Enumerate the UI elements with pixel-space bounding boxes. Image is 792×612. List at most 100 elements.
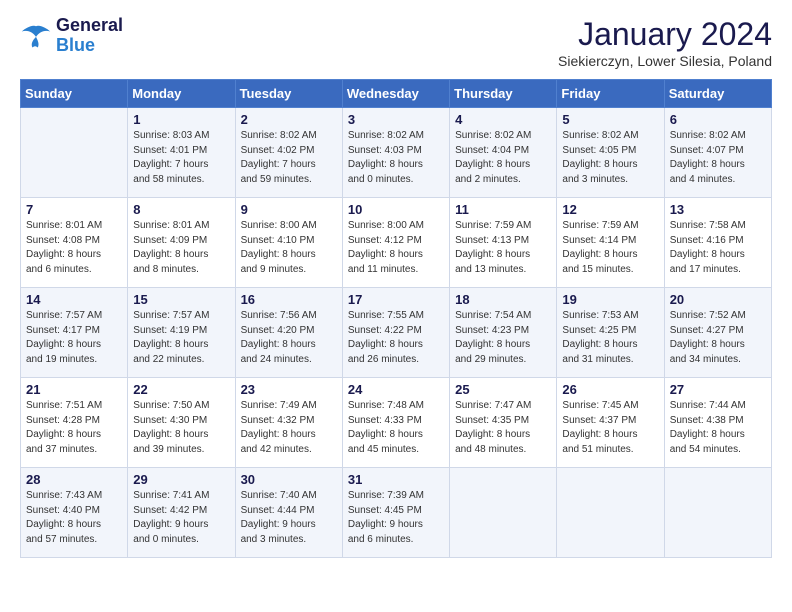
weekday-header-wednesday: Wednesday [342,80,449,108]
day-info: Sunrise: 8:01 AM Sunset: 4:08 PM Dayligh… [26,219,122,277]
calendar-cell: 25 Sunrise: 7:47 AM Sunset: 4:35 PM Dayli… [450,378,557,468]
day-info: Sunrise: 7:39 AM Sunset: 4:45 PM Dayligh… [348,489,444,547]
calendar-cell: 11Sunrise: 7:59 AM Sunset: 4:13 PM Dayli… [450,198,557,288]
calendar-cell: 12 Sunrise: 7:59 AM Sunset: 4:14 PM Dayli… [557,198,664,288]
calendar-cell: 21Sunrise: 7:51 AM Sunset: 4:28 PM Dayli… [21,378,128,468]
calendar-week-row: 1 Sunrise: 8:03 AM Sunset: 4:01 PM Daylig… [21,108,772,198]
day-info: Sunrise: 7:44 AM Sunset: 4:38 PM Dayligh… [670,399,766,457]
day-info: Sunrise: 7:59 AM Sunset: 4:14 PM Dayligh… [562,219,658,277]
calendar-cell: 23 Sunrise: 7:49 AM Sunset: 4:32 PM Dayli… [235,378,342,468]
day-number: 25 [455,382,551,397]
calendar-cell: 17Sunrise: 7:55 AM Sunset: 4:22 PM Dayli… [342,288,449,378]
day-info: Sunrise: 7:54 AM Sunset: 4:23 PM Dayligh… [455,309,551,367]
weekday-header-row: SundayMondayTuesdayWednesdayThursdayFrid… [21,80,772,108]
logo-icon [20,22,52,50]
day-number: 8 [133,202,229,217]
day-number: 16 [241,292,337,307]
calendar-week-row: 14 Sunrise: 7:57 AM Sunset: 4:17 PM Dayli… [21,288,772,378]
day-number: 5 [562,112,658,127]
calendar-cell: 6Sunrise: 8:02 AM Sunset: 4:07 PM Daylig… [664,108,771,198]
day-number: 23 [241,382,337,397]
calendar-cell [557,468,664,558]
day-number: 29 [133,472,229,487]
calendar-cell: 14 Sunrise: 7:57 AM Sunset: 4:17 PM Dayli… [21,288,128,378]
weekday-header-thursday: Thursday [450,80,557,108]
day-info: Sunrise: 8:02 AM Sunset: 4:05 PM Dayligh… [562,129,658,187]
day-number: 19 [562,292,658,307]
day-info: Sunrise: 7:49 AM Sunset: 4:32 PM Dayligh… [241,399,337,457]
day-number: 18 [455,292,551,307]
day-info: Sunrise: 8:02 AM Sunset: 4:04 PM Dayligh… [455,129,551,187]
calendar-cell: 26 Sunrise: 7:45 AM Sunset: 4:37 PM Dayli… [557,378,664,468]
logo: General Blue [20,16,123,56]
day-info: Sunrise: 7:55 AM Sunset: 4:22 PM Dayligh… [348,309,444,367]
day-info: Sunrise: 8:02 AM Sunset: 4:07 PM Dayligh… [670,129,766,187]
calendar-cell: 5 Sunrise: 8:02 AM Sunset: 4:05 PM Daylig… [557,108,664,198]
calendar-cell: 7 Sunrise: 8:01 AM Sunset: 4:08 PM Daylig… [21,198,128,288]
calendar-cell: 22 Sunrise: 7:50 AM Sunset: 4:30 PM Dayli… [128,378,235,468]
day-number: 2 [241,112,337,127]
calendar-cell: 29 Sunrise: 7:41 AM Sunset: 4:42 PM Dayli… [128,468,235,558]
day-number: 15 [133,292,229,307]
day-info: Sunrise: 7:50 AM Sunset: 4:30 PM Dayligh… [133,399,229,457]
calendar-week-row: 21Sunrise: 7:51 AM Sunset: 4:28 PM Dayli… [21,378,772,468]
day-number: 22 [133,382,229,397]
day-number: 30 [241,472,337,487]
calendar-cell: 2 Sunrise: 8:02 AM Sunset: 4:02 PM Daylig… [235,108,342,198]
day-info: Sunrise: 7:57 AM Sunset: 4:19 PM Dayligh… [133,309,229,367]
calendar-cell: 8 Sunrise: 8:01 AM Sunset: 4:09 PM Daylig… [128,198,235,288]
day-info: Sunrise: 7:43 AM Sunset: 4:40 PM Dayligh… [26,489,122,547]
day-info: Sunrise: 8:03 AM Sunset: 4:01 PM Dayligh… [133,129,229,187]
calendar-cell: 4 Sunrise: 8:02 AM Sunset: 4:04 PM Daylig… [450,108,557,198]
logo-text: General Blue [56,16,123,56]
calendar-cell: 28 Sunrise: 7:43 AM Sunset: 4:40 PM Dayli… [21,468,128,558]
calendar-cell: 18 Sunrise: 7:54 AM Sunset: 4:23 PM Dayli… [450,288,557,378]
day-number: 4 [455,112,551,127]
day-number: 28 [26,472,122,487]
day-number: 13 [670,202,766,217]
day-info: Sunrise: 7:57 AM Sunset: 4:17 PM Dayligh… [26,309,122,367]
day-number: 7 [26,202,122,217]
calendar-cell: 27Sunrise: 7:44 AM Sunset: 4:38 PM Dayli… [664,378,771,468]
day-number: 31 [348,472,444,487]
day-info: Sunrise: 7:41 AM Sunset: 4:42 PM Dayligh… [133,489,229,547]
weekday-header-monday: Monday [128,80,235,108]
calendar-cell: 3Sunrise: 8:02 AM Sunset: 4:03 PM Daylig… [342,108,449,198]
day-info: Sunrise: 7:58 AM Sunset: 4:16 PM Dayligh… [670,219,766,277]
calendar-cell [450,468,557,558]
day-info: Sunrise: 8:01 AM Sunset: 4:09 PM Dayligh… [133,219,229,277]
day-info: Sunrise: 8:02 AM Sunset: 4:02 PM Dayligh… [241,129,337,187]
day-number: 14 [26,292,122,307]
day-info: Sunrise: 7:52 AM Sunset: 4:27 PM Dayligh… [670,309,766,367]
calendar-week-row: 7 Sunrise: 8:01 AM Sunset: 4:08 PM Daylig… [21,198,772,288]
day-number: 12 [562,202,658,217]
calendar-cell: 20Sunrise: 7:52 AM Sunset: 4:27 PM Dayli… [664,288,771,378]
calendar-cell: 9Sunrise: 8:00 AM Sunset: 4:10 PM Daylig… [235,198,342,288]
weekday-header-friday: Friday [557,80,664,108]
day-number: 26 [562,382,658,397]
calendar-cell: 10 Sunrise: 8:00 AM Sunset: 4:12 PM Dayli… [342,198,449,288]
calendar-cell: 24 Sunrise: 7:48 AM Sunset: 4:33 PM Dayli… [342,378,449,468]
day-info: Sunrise: 7:40 AM Sunset: 4:44 PM Dayligh… [241,489,337,547]
weekday-header-saturday: Saturday [664,80,771,108]
calendar-cell: 30 Sunrise: 7:40 AM Sunset: 4:44 PM Dayli… [235,468,342,558]
calendar-cell: 13 Sunrise: 7:58 AM Sunset: 4:16 PM Dayli… [664,198,771,288]
weekday-header-tuesday: Tuesday [235,80,342,108]
day-info: Sunrise: 7:56 AM Sunset: 4:20 PM Dayligh… [241,309,337,367]
day-number: 10 [348,202,444,217]
calendar-cell: 16 Sunrise: 7:56 AM Sunset: 4:20 PM Dayli… [235,288,342,378]
day-number: 24 [348,382,444,397]
day-info: Sunrise: 7:59 AM Sunset: 4:13 PM Dayligh… [455,219,551,277]
day-number: 21 [26,382,122,397]
day-info: Sunrise: 7:45 AM Sunset: 4:37 PM Dayligh… [562,399,658,457]
calendar-cell: 15 Sunrise: 7:57 AM Sunset: 4:19 PM Dayli… [128,288,235,378]
day-number: 1 [133,112,229,127]
page-header: General Blue January 2024 Siekierczyn, L… [20,16,772,69]
day-info: Sunrise: 8:00 AM Sunset: 4:12 PM Dayligh… [348,219,444,277]
calendar-table: SundayMondayTuesdayWednesdayThursdayFrid… [20,79,772,558]
month-title: January 2024 [558,16,772,53]
location-subtitle: Siekierczyn, Lower Silesia, Poland [558,53,772,69]
calendar-cell: 31 Sunrise: 7:39 AM Sunset: 4:45 PM Dayli… [342,468,449,558]
day-info: Sunrise: 7:48 AM Sunset: 4:33 PM Dayligh… [348,399,444,457]
day-info: Sunrise: 7:47 AM Sunset: 4:35 PM Dayligh… [455,399,551,457]
